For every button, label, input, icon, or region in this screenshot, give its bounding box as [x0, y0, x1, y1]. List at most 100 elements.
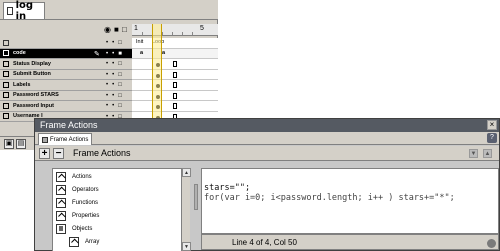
layer-row[interactable]: Password STARS ••□ [0, 90, 132, 101]
open-book-icon [56, 224, 66, 234]
panel-title: Frame Actions [40, 120, 98, 130]
layer-toggles[interactable]: ••□ [106, 82, 126, 88]
outline-icon[interactable]: □ [122, 25, 127, 35]
frame-row: Init Loop [132, 38, 218, 49]
toolbox-item-properties[interactable]: Properties [56, 210, 99, 222]
toolbox-label: Array [85, 239, 100, 245]
frame-ruler[interactable]: 1 5 [132, 24, 218, 36]
scene-icon [7, 7, 13, 15]
end-frame [173, 92, 177, 99]
resize-grip-icon[interactable] [487, 239, 496, 248]
code-line: stars=""; [204, 183, 251, 193]
script-editor[interactable]: stars=""; for(var i=0; i<password.length… [201, 168, 499, 234]
move-down-icon[interactable]: ▼ [469, 149, 478, 158]
move-up-icon[interactable]: ▲ [483, 149, 492, 158]
action-marker: a [140, 49, 144, 56]
layer-row[interactable]: Labels ••□ [0, 80, 132, 91]
scroll-up-icon[interactable]: ▲ [182, 168, 191, 177]
frame-row [132, 70, 218, 80]
layer-row[interactable]: Submit Button ••□ [0, 69, 132, 80]
toolbox-label: Objects [72, 226, 93, 232]
close-icon[interactable]: × [487, 120, 497, 130]
remove-action-button[interactable]: − [53, 148, 64, 159]
scroll-down-icon[interactable]: ▼ [182, 242, 191, 251]
layer-icon [3, 50, 9, 57]
layer-toggles[interactable]: ••□ [106, 40, 126, 46]
action-marker: a [162, 49, 166, 56]
layer-icon [3, 102, 9, 109]
layer-row[interactable]: Password Input ••□ [0, 101, 132, 112]
toolbox-scrollbar[interactable]: ▲ ▼ [181, 168, 191, 251]
book-icon [56, 198, 66, 208]
frame-row [132, 101, 218, 112]
panel-titlebar[interactable]: Frame Actions × [35, 119, 499, 132]
layer-toggles[interactable]: ••□ [106, 93, 126, 99]
toolbox-label: Properties [72, 213, 100, 219]
layer-name: Status Display [13, 60, 51, 67]
toolbox-item-array[interactable]: Array [69, 236, 99, 248]
code-line: for(var i=0; i<password.length; i++ ) st… [204, 193, 455, 203]
tab-frame-actions[interactable]: Frame Actions [38, 133, 93, 145]
ruler-tick [142, 32, 143, 35]
toolbox-item-actions[interactable]: Actions [56, 171, 92, 183]
toolbox-label: Actions [72, 174, 92, 180]
layer-name: Password Input [13, 102, 54, 109]
scene-tab-label: log in [15, 0, 34, 22]
layer-toggles[interactable]: ••■ [106, 51, 126, 57]
book-icon [56, 211, 66, 221]
layer-name: Password STARS [13, 92, 59, 99]
layer-name: Labels [13, 81, 31, 88]
layer-toggles[interactable]: ••□ [106, 103, 126, 109]
frame-row [132, 80, 218, 91]
frame-row-code: a a [132, 48, 218, 59]
layer-row[interactable]: Status Display ••□ [0, 59, 132, 70]
timeline-titlebar: log in [0, 0, 218, 22]
frame-grid[interactable]: Init Loop a a [132, 38, 218, 122]
ruler-tick [192, 32, 193, 35]
ruler-tick [182, 32, 183, 35]
pane-splitter[interactable] [194, 184, 198, 210]
toolbox-item-functions[interactable]: Functions [56, 197, 98, 209]
layer-toggles[interactable]: ••□ [106, 72, 126, 78]
layer-icon [3, 60, 9, 67]
frame-actions-panel: Frame Actions × Frame Actions ? + − Fram… [34, 118, 500, 251]
layer-row[interactable]: ••□ [0, 38, 132, 49]
layer-icon [3, 71, 9, 78]
layer-name: code [13, 50, 26, 57]
help-icon[interactable]: ? [487, 133, 497, 143]
layer-icon [3, 92, 9, 99]
end-frame [173, 71, 177, 78]
frame-row [132, 91, 218, 101]
editor-status-bar: Line 4 of 4, Col 50 [201, 234, 499, 250]
toolbox-item-operators[interactable]: Operators [56, 184, 99, 196]
toolbox-label: Functions [72, 200, 99, 206]
actions-toolbox: Actions Operators Functions Properties O… [52, 168, 190, 251]
lock-icon[interactable]: ■ [114, 25, 119, 35]
actions-tab-icon [42, 136, 48, 143]
add-action-button[interactable]: + [39, 148, 50, 159]
layer-icon [3, 81, 9, 88]
eye-icon[interactable]: ◉ [104, 25, 111, 35]
toolbox-item-objects[interactable]: Objects [56, 223, 92, 235]
scene-tab[interactable]: log in [3, 0, 45, 22]
layer-row-code[interactable]: code ✎ ••■ [0, 48, 132, 59]
tab-label: Frame Actions [50, 136, 89, 143]
add-layer-icon[interactable]: ▣ [4, 139, 14, 149]
ruler-tick [162, 32, 163, 35]
end-frame [173, 82, 177, 88]
panel-tab-row: Frame Actions ? [35, 132, 499, 145]
end-frame [173, 61, 177, 67]
frame-row [132, 59, 218, 70]
layer-name: Submit Button [13, 71, 51, 78]
playhead[interactable] [152, 24, 162, 122]
ruler-tick [172, 32, 173, 35]
ruler-label-1: 1 [134, 25, 138, 32]
layer-toggles[interactable]: ••□ [106, 61, 126, 67]
book-icon [69, 237, 79, 247]
pencil-icon: ✎ [94, 50, 100, 58]
layer-icon [3, 113, 9, 120]
actions-toolbar: + − Frame Actions ▼ ▲ [35, 146, 499, 161]
toolbox-label: Operators [72, 187, 99, 193]
add-guide-icon[interactable]: ▤ [16, 139, 26, 149]
cursor-position: Line 4 of 4, Col 50 [232, 238, 297, 247]
